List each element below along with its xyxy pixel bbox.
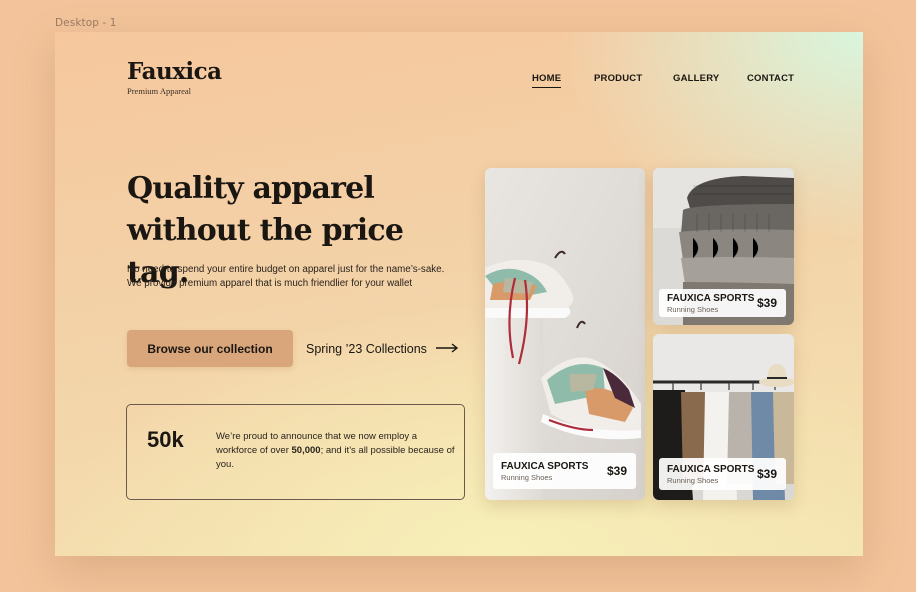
nav-gallery[interactable]: GALLERY — [673, 73, 719, 84]
product-brand: FAUXICA SPORTS — [667, 292, 755, 304]
product-price: $39 — [756, 296, 777, 310]
product-price: $39 — [756, 467, 777, 481]
product-info: FAUXICA SPORTS Running Shoes — [501, 461, 588, 482]
product-info: FAUXICA SPORTS Running Shoes — [667, 464, 754, 485]
product-price-tag: FAUXICA SPORTS Running Shoes $39 — [493, 453, 636, 489]
product-price: $39 — [606, 464, 627, 478]
product-price-tag: FAUXICA SPORTS Running Shoes $39 — [659, 458, 786, 490]
product-card-sweaters[interactable]: FAUXICA SPORTS Running Shoes $39 — [653, 168, 794, 325]
product-brand: FAUXICA SPORTS — [501, 460, 589, 472]
stat-text-bold: 50,000 — [291, 445, 321, 456]
product-category: Running Shoes — [667, 304, 719, 314]
spring-collections-link[interactable]: Spring ’23 Collections — [306, 340, 459, 358]
browse-collection-button[interactable]: Browse our collection — [127, 330, 293, 367]
product-card-clothing-rack[interactable]: FAUXICA SPORTS Running Shoes $39 — [653, 334, 794, 500]
product-price-tag: FAUXICA SPORTS Running Shoes $39 — [659, 289, 786, 317]
product-category: Running Shoes — [501, 472, 553, 482]
stat-card: 50k We’re proud to announce that we now … — [126, 404, 465, 500]
product-brand: FAUXICA SPORTS — [667, 463, 755, 475]
nav-contact[interactable]: CONTACT — [747, 73, 794, 84]
stat-description: We’re proud to announce that we now empl… — [216, 430, 456, 472]
headline-line-1: Quality apparel — [127, 171, 375, 206]
hero-subtext: No need to spend your entire budget on a… — [127, 264, 445, 289]
product-category: Running Shoes — [667, 475, 719, 485]
sneakers-image — [485, 168, 645, 500]
stat-number: 50k — [147, 427, 184, 452]
nav-home[interactable]: HOME — [532, 73, 562, 88]
main-nav: HOME PRODUCT GALLERY CONTACT — [55, 73, 863, 93]
long-arrow-right-icon — [435, 342, 459, 356]
product-card-sneakers[interactable]: FAUXICA SPORTS Running Shoes $39 — [485, 168, 645, 500]
frame-label: Desktop - 1 — [55, 17, 117, 29]
desktop-frame: Fauxica Premium Appareal HOME PRODUCT GA… — [55, 32, 863, 556]
product-info: FAUXICA SPORTS Running Shoes — [667, 293, 754, 314]
nav-product[interactable]: PRODUCT — [594, 73, 642, 84]
spring-collections-label: Spring ’23 Collections — [306, 342, 427, 356]
